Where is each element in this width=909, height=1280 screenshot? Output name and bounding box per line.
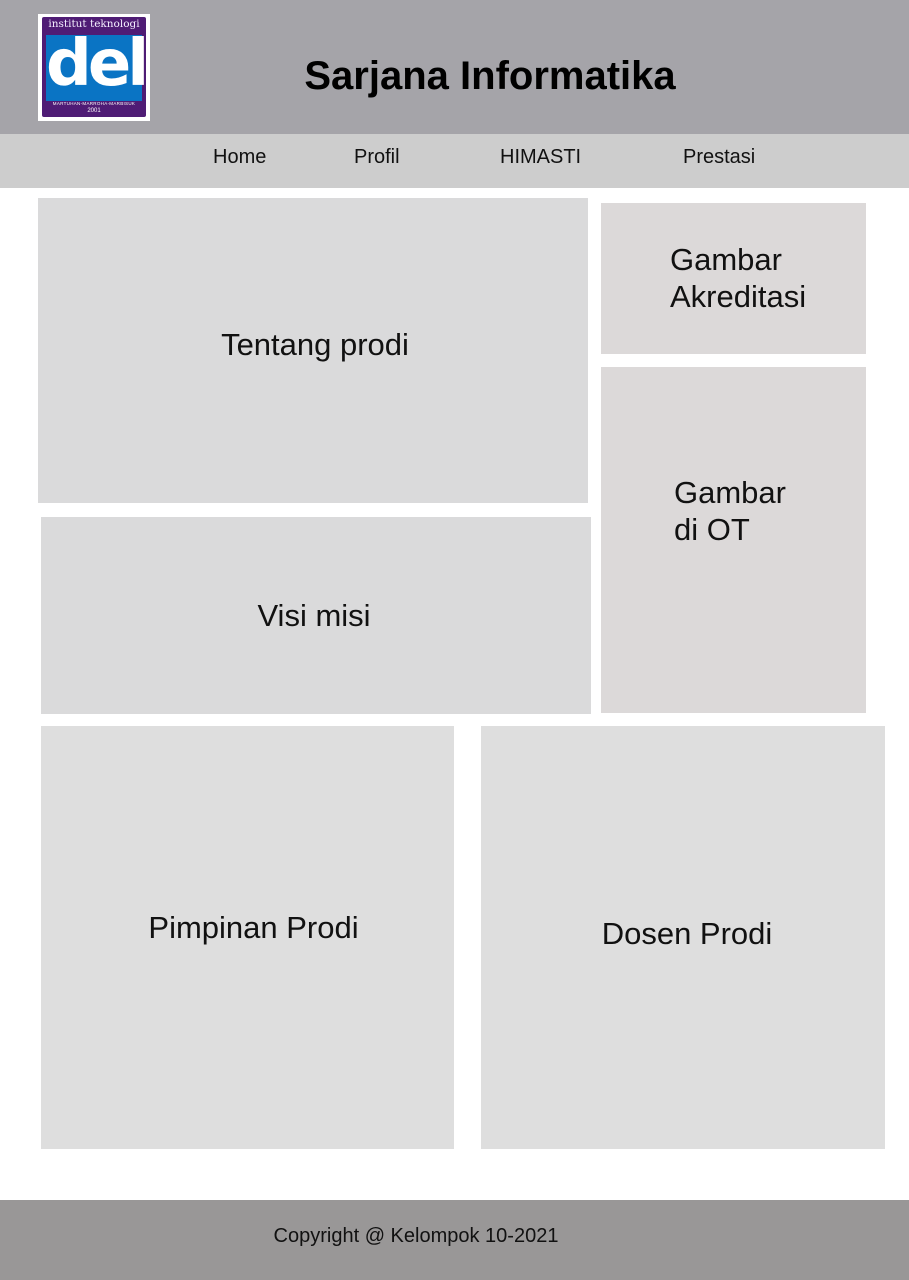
logo-blue-field: del bbox=[46, 27, 146, 101]
gambar-ot-panel[interactable]: Gambar di OT bbox=[601, 367, 866, 713]
logo-motto: MARTUHAN-MARROHA-MARBISUK bbox=[52, 101, 136, 106]
institute-logo[interactable]: institut teknologi del MARTUHAN-MARROHA-… bbox=[38, 14, 150, 121]
dosen-prodi-panel[interactable]: Dosen Prodi bbox=[481, 726, 885, 1149]
pimpinan-prodi-panel[interactable]: Pimpinan Prodi bbox=[41, 726, 454, 1149]
dosen-prodi-label: Dosen Prodi bbox=[601, 916, 773, 951]
tentang-prodi-label: Tentang prodi bbox=[221, 327, 409, 362]
tentang-prodi-panel[interactable]: Tentang prodi bbox=[38, 198, 588, 503]
visi-misi-label: Visi misi bbox=[257, 598, 371, 633]
visi-misi-panel[interactable]: Visi misi bbox=[41, 517, 591, 714]
logo-del-text: del bbox=[46, 27, 146, 101]
logo-year: 2001 bbox=[87, 108, 101, 114]
nav-item-himasti[interactable]: HIMASTI bbox=[500, 145, 581, 169]
nav-item-home[interactable]: Home bbox=[213, 145, 266, 169]
page-title: Sarjana Informatika bbox=[304, 54, 676, 98]
gambar-akreditasi-panel[interactable]: Gambar Akreditasi bbox=[601, 203, 866, 354]
gambar-ot-label: Gambar di OT bbox=[674, 475, 786, 547]
gambar-akreditasi-label: Gambar Akreditasi bbox=[670, 242, 807, 314]
nav-item-profil[interactable]: Profil bbox=[354, 145, 400, 169]
logo-emblem: institut teknologi del MARTUHAN-MARROHA-… bbox=[42, 17, 146, 117]
nav-bar bbox=[0, 134, 909, 188]
pimpinan-prodi-label: Pimpinan Prodi bbox=[148, 910, 359, 945]
nav-item-prestasi[interactable]: Prestasi bbox=[683, 145, 755, 169]
footer-copyright: Copyright @ Kelompok 10-2021 bbox=[273, 1225, 559, 1247]
